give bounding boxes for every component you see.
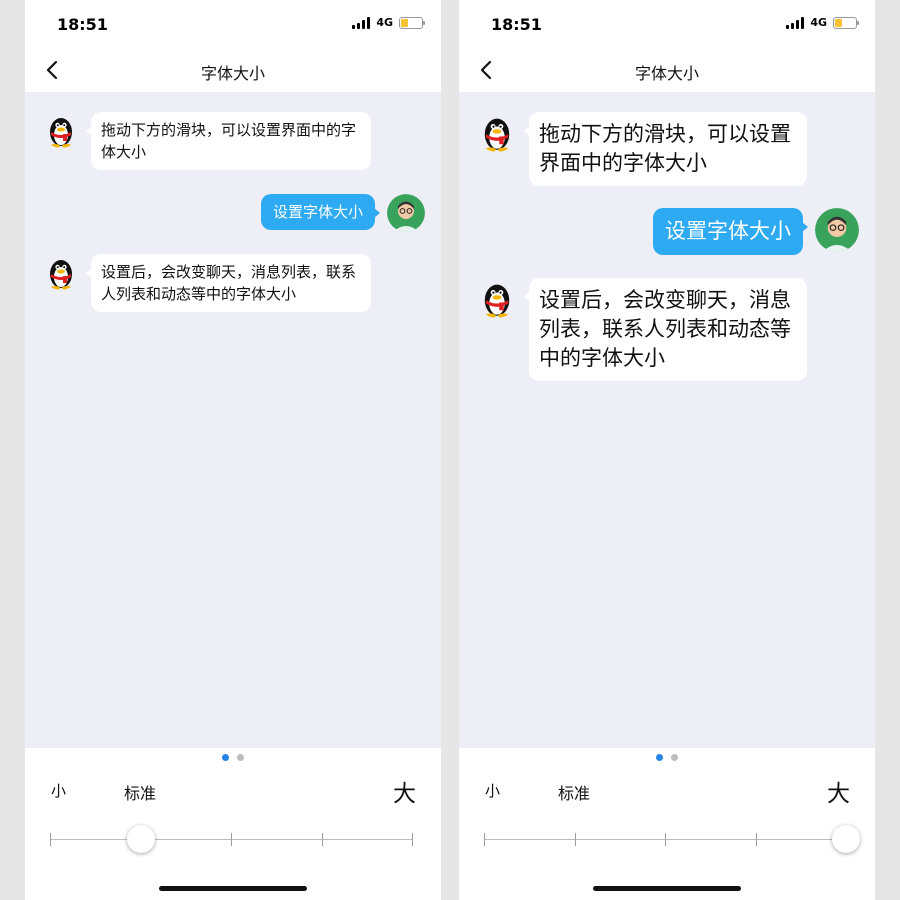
slider-tick xyxy=(755,833,757,846)
page-dot-active[interactable] xyxy=(222,754,229,761)
message-row: 设置字体大小 xyxy=(260,194,425,232)
chat-preview: 拖动下方的滑块，可以设置界面中的字体大小 设置字体大小 设置后，会改变聊天，消息… xyxy=(25,92,441,748)
page-dot-active[interactable] xyxy=(656,754,663,761)
penguin-avatar xyxy=(43,254,79,290)
label-small: 小 xyxy=(485,782,501,800)
status-bar: 18:51 4G xyxy=(25,0,441,48)
phone-screen-standard: 18:51 4G 字体大小 拖动下方的滑块，可以设置界面中的字体大小 设置字体大… xyxy=(25,0,441,900)
font-size-panel: 小 标准 大 xyxy=(25,748,441,900)
page-indicator xyxy=(459,754,875,761)
slider-tick xyxy=(484,833,485,846)
message-bubble-user: 设置字体大小 xyxy=(653,208,808,255)
message-row: 拖动下方的滑块，可以设置界面中的字体大小 xyxy=(43,112,371,170)
penguin-avatar xyxy=(477,112,517,152)
slider-tick xyxy=(321,833,323,846)
message-bubble-bot: 拖动下方的滑块，可以设置界面中的字体大小 xyxy=(86,112,371,170)
status-bar: 18:51 4G xyxy=(459,0,875,48)
page-dot[interactable] xyxy=(671,754,678,761)
home-indicator xyxy=(593,886,741,891)
slider-tick xyxy=(665,833,666,846)
battery-icon xyxy=(833,16,859,29)
page-title: 字体大小 xyxy=(634,64,699,83)
message-bubble-bot: 设置后，会改变聊天，消息列表，联系人列表和动态等中的字体大小 xyxy=(524,278,807,381)
phone-screen-large: 18:51 4G 字体大小 拖动下方的滑块，可以设置界面中的字体大小 设置字体大… xyxy=(459,0,875,900)
message-bubble-bot: 设置后，会改变聊天，消息列表，联系人列表和动态等中的字体大小 xyxy=(86,254,371,312)
message-row: 设置字体大小 xyxy=(653,208,859,255)
page-indicator xyxy=(25,754,441,761)
slider-tick xyxy=(412,833,413,846)
page-dot[interactable] xyxy=(237,754,244,761)
slider-tick xyxy=(574,833,576,846)
status-time: 18:51 xyxy=(57,15,108,34)
user-avatar xyxy=(387,194,425,232)
nav-bar: 字体大小 xyxy=(459,48,875,92)
network-type: 4G xyxy=(810,16,827,29)
message-row: 设置后，会改变聊天，消息列表，联系人列表和动态等中的字体大小 xyxy=(477,278,807,381)
signal-icon xyxy=(352,16,371,29)
message-bubble-bot: 拖动下方的滑块，可以设置界面中的字体大小 xyxy=(524,112,807,186)
font-size-panel: 小 标准 大 xyxy=(459,748,875,900)
message-bubble-user: 设置字体大小 xyxy=(260,194,381,230)
network-type: 4G xyxy=(376,16,393,29)
user-avatar xyxy=(815,208,859,252)
nav-bar: 字体大小 xyxy=(25,48,441,92)
chat-preview: 拖动下方的滑块，可以设置界面中的字体大小 设置字体大小 设置后，会改变聊天，消息… xyxy=(459,92,875,748)
page-title: 字体大小 xyxy=(200,64,265,83)
battery-icon xyxy=(399,16,425,29)
home-indicator xyxy=(159,886,307,891)
message-row: 设置后，会改变聊天，消息列表，联系人列表和动态等中的字体大小 xyxy=(43,254,371,312)
penguin-avatar xyxy=(43,112,79,148)
label-large: 大 xyxy=(393,781,416,807)
status-time: 18:51 xyxy=(491,15,542,34)
label-standard: 标准 xyxy=(558,784,591,803)
slider-tick xyxy=(50,833,51,846)
penguin-avatar xyxy=(477,278,517,318)
slider-thumb[interactable] xyxy=(832,825,860,853)
signal-icon xyxy=(786,16,805,29)
label-large: 大 xyxy=(827,781,850,807)
message-row: 拖动下方的滑块，可以设置界面中的字体大小 xyxy=(477,112,807,186)
slider-tick xyxy=(231,833,232,846)
label-standard: 标准 xyxy=(124,784,157,803)
slider-thumb[interactable] xyxy=(126,825,155,853)
label-small: 小 xyxy=(51,782,67,800)
